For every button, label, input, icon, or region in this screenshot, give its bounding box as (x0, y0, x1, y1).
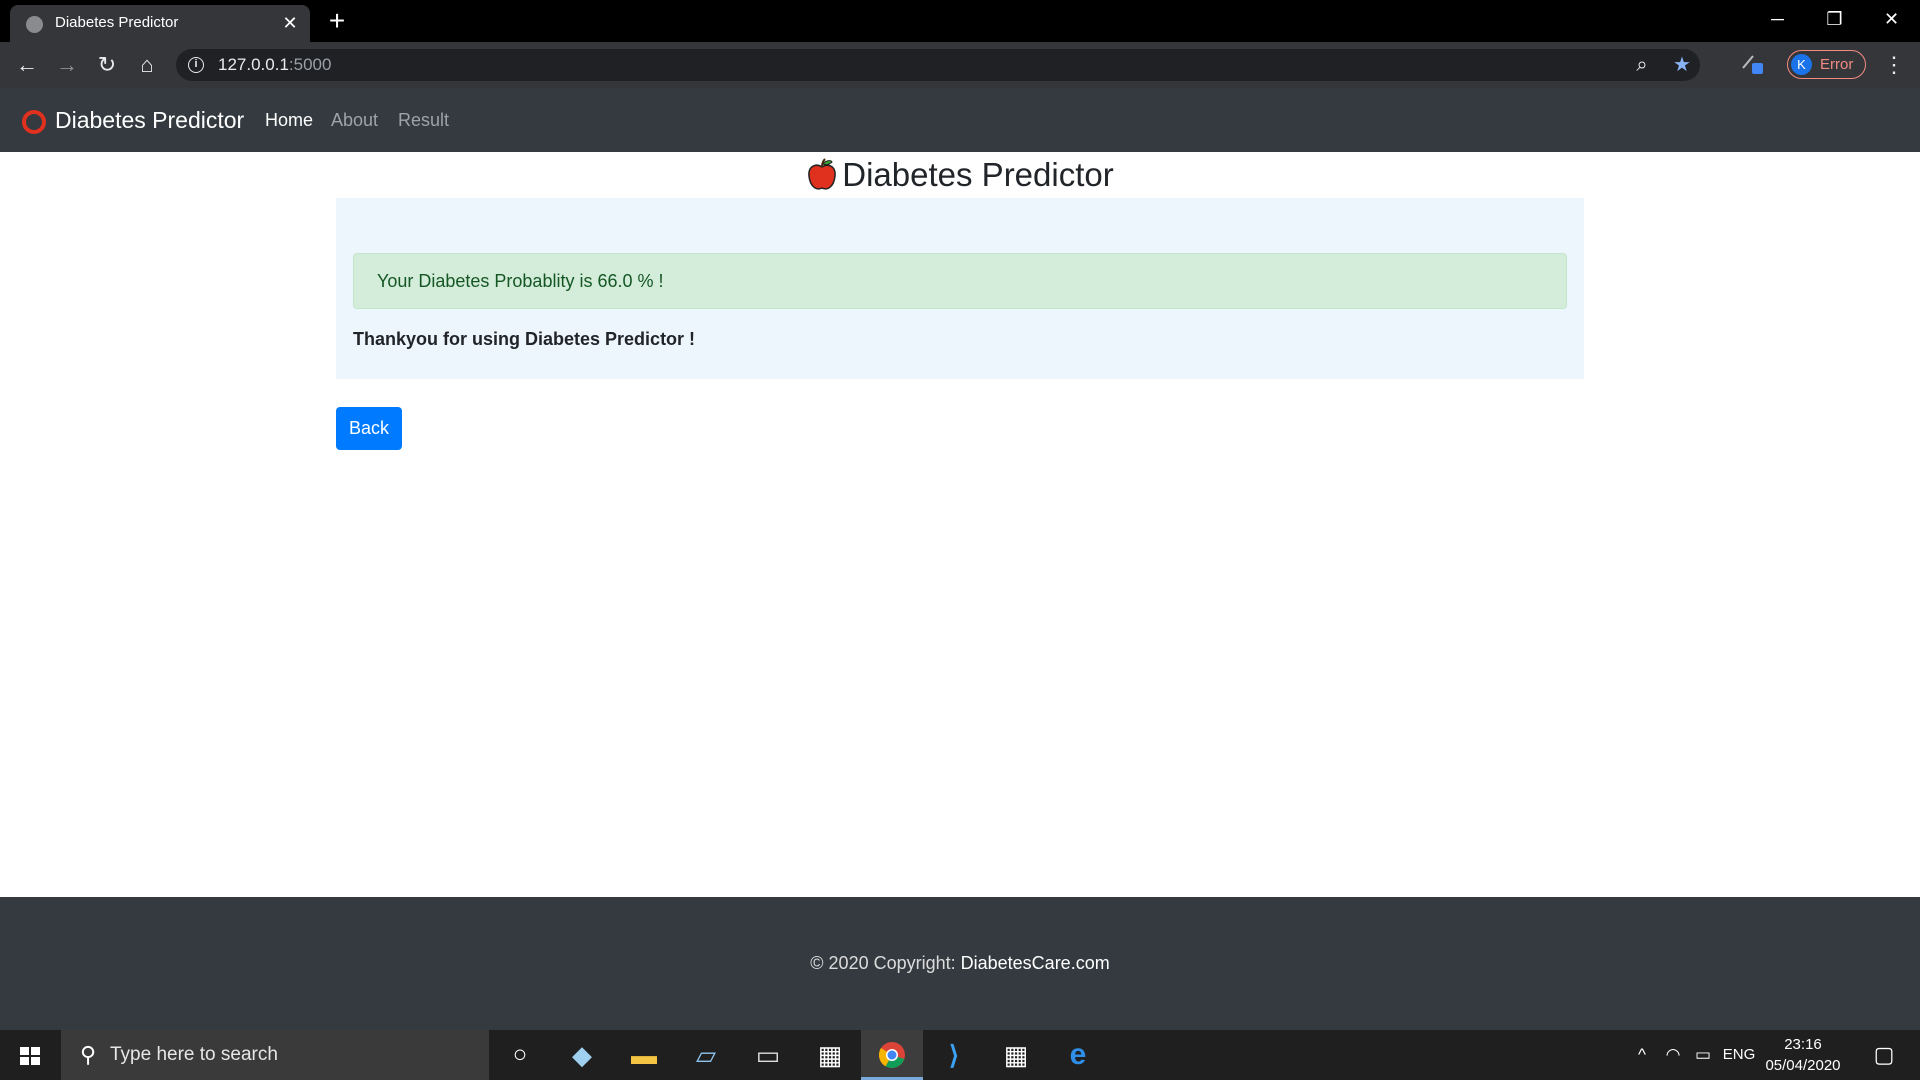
nav-result[interactable]: Result (398, 110, 449, 131)
language-indicator[interactable]: ENG (1720, 1030, 1758, 1080)
extension-icon[interactable] (1737, 50, 1767, 80)
paint-3d-icon[interactable]: ◆ (551, 1030, 613, 1080)
back-button[interactable]: Back (336, 407, 402, 450)
kebab-menu-icon[interactable]: ⋮ (1879, 50, 1909, 80)
calculator-icon[interactable]: ▦ (985, 1030, 1047, 1080)
footer-site-link[interactable]: DiabetesCare.com (961, 953, 1110, 973)
browser-tab[interactable]: Diabetes Predictor ✕ (10, 5, 310, 42)
brand-link[interactable]: Diabetes Predictor (55, 107, 244, 134)
chrome-icon[interactable] (861, 1030, 923, 1080)
vscode-icon[interactable]: ⟩ (923, 1030, 985, 1080)
globe-icon (26, 16, 43, 33)
wifi-icon[interactable]: ◠ (1658, 1030, 1688, 1080)
site-navbar: Diabetes Predictor Home About Result (0, 88, 1920, 152)
tab-title: Diabetes Predictor (55, 14, 179, 31)
home-icon[interactable]: ⌂ (132, 50, 162, 80)
profile-status: Error (1820, 56, 1854, 73)
apple-icon (808, 158, 837, 190)
window-close-button[interactable]: ✕ (1863, 0, 1920, 40)
back-arrow-icon[interactable]: ← (12, 50, 42, 80)
result-panel: Your Diabetes Probablity is 66.0 % ! Tha… (336, 198, 1584, 379)
minimize-button[interactable]: ─ (1749, 0, 1806, 40)
profile-button[interactable]: K Error (1787, 50, 1866, 79)
cortana-icon[interactable]: ○ (489, 1030, 551, 1080)
nav-home[interactable]: Home (265, 110, 313, 131)
forward-arrow-icon[interactable]: → (52, 50, 82, 80)
clock[interactable]: 23:16 05/04/2020 (1757, 1034, 1849, 1076)
clock-date: 05/04/2020 (1765, 1057, 1841, 1074)
restore-button[interactable]: ❐ (1806, 0, 1863, 40)
windows-taskbar: ⚲ Type here to search ○ ◆ ▬ ▱ ▭ ▦ ⟩ ▦ e … (0, 1030, 1920, 1080)
result-alert: Your Diabetes Probablity is 66.0 % ! (353, 253, 1567, 309)
copyright-text: © 2020 Copyright: DiabetesCare.com (810, 953, 1110, 973)
avatar: K (1791, 54, 1812, 75)
chevron-up-icon[interactable]: ^ (1627, 1030, 1657, 1080)
site-footer: © 2020 Copyright: DiabetesCare.com (0, 897, 1920, 1030)
thanks-message: Thankyou for using Diabetes Predictor ! (353, 329, 696, 349)
edge-icon[interactable]: e (1047, 1030, 1109, 1080)
clock-time: 23:16 (1784, 1036, 1822, 1053)
url-text: 127.0.0.1:5000 (218, 55, 332, 74)
address-bar[interactable]: i 127.0.0.1:5000 ⌕ ★ (176, 49, 1700, 81)
page-title: Diabetes Predictor (0, 152, 1920, 198)
reload-icon[interactable]: ↻ (92, 50, 122, 80)
page-title-text: Diabetes Predictor (842, 156, 1114, 193)
close-tab-icon[interactable]: ✕ (278, 11, 302, 35)
notification-icon[interactable]: ▢ (1864, 1030, 1904, 1080)
zoom-icon[interactable]: ⌕ (1628, 51, 1656, 79)
remote-desktop-icon[interactable]: ▱ (675, 1030, 737, 1080)
browser-toolbar: ← → ↻ ⌂ i 127.0.0.1:5000 ⌕ ★ K Error ⋮ (0, 42, 1920, 88)
windows-start-icon[interactable] (10, 1040, 50, 1072)
taskbar-search[interactable]: ⚲ Type here to search (61, 1030, 489, 1080)
brand-ring-icon (22, 110, 46, 134)
info-icon[interactable]: i (188, 57, 204, 73)
nav-about[interactable]: About (331, 110, 378, 131)
bookmark-star-icon[interactable]: ★ (1668, 51, 1696, 79)
browser-tab-strip: Diabetes Predictor ✕ + ─ ❐ ✕ (0, 0, 1920, 42)
store-icon[interactable]: ▦ (799, 1030, 861, 1080)
file-explorer-icon[interactable]: ▬ (613, 1030, 675, 1080)
search-icon: ⚲ (79, 1042, 97, 1067)
new-tab-button[interactable]: + (322, 6, 352, 36)
search-input[interactable]: Type here to search (110, 1044, 278, 1066)
terminal-icon[interactable]: ▭ (737, 1030, 799, 1080)
battery-icon[interactable]: ▭ (1688, 1030, 1718, 1080)
